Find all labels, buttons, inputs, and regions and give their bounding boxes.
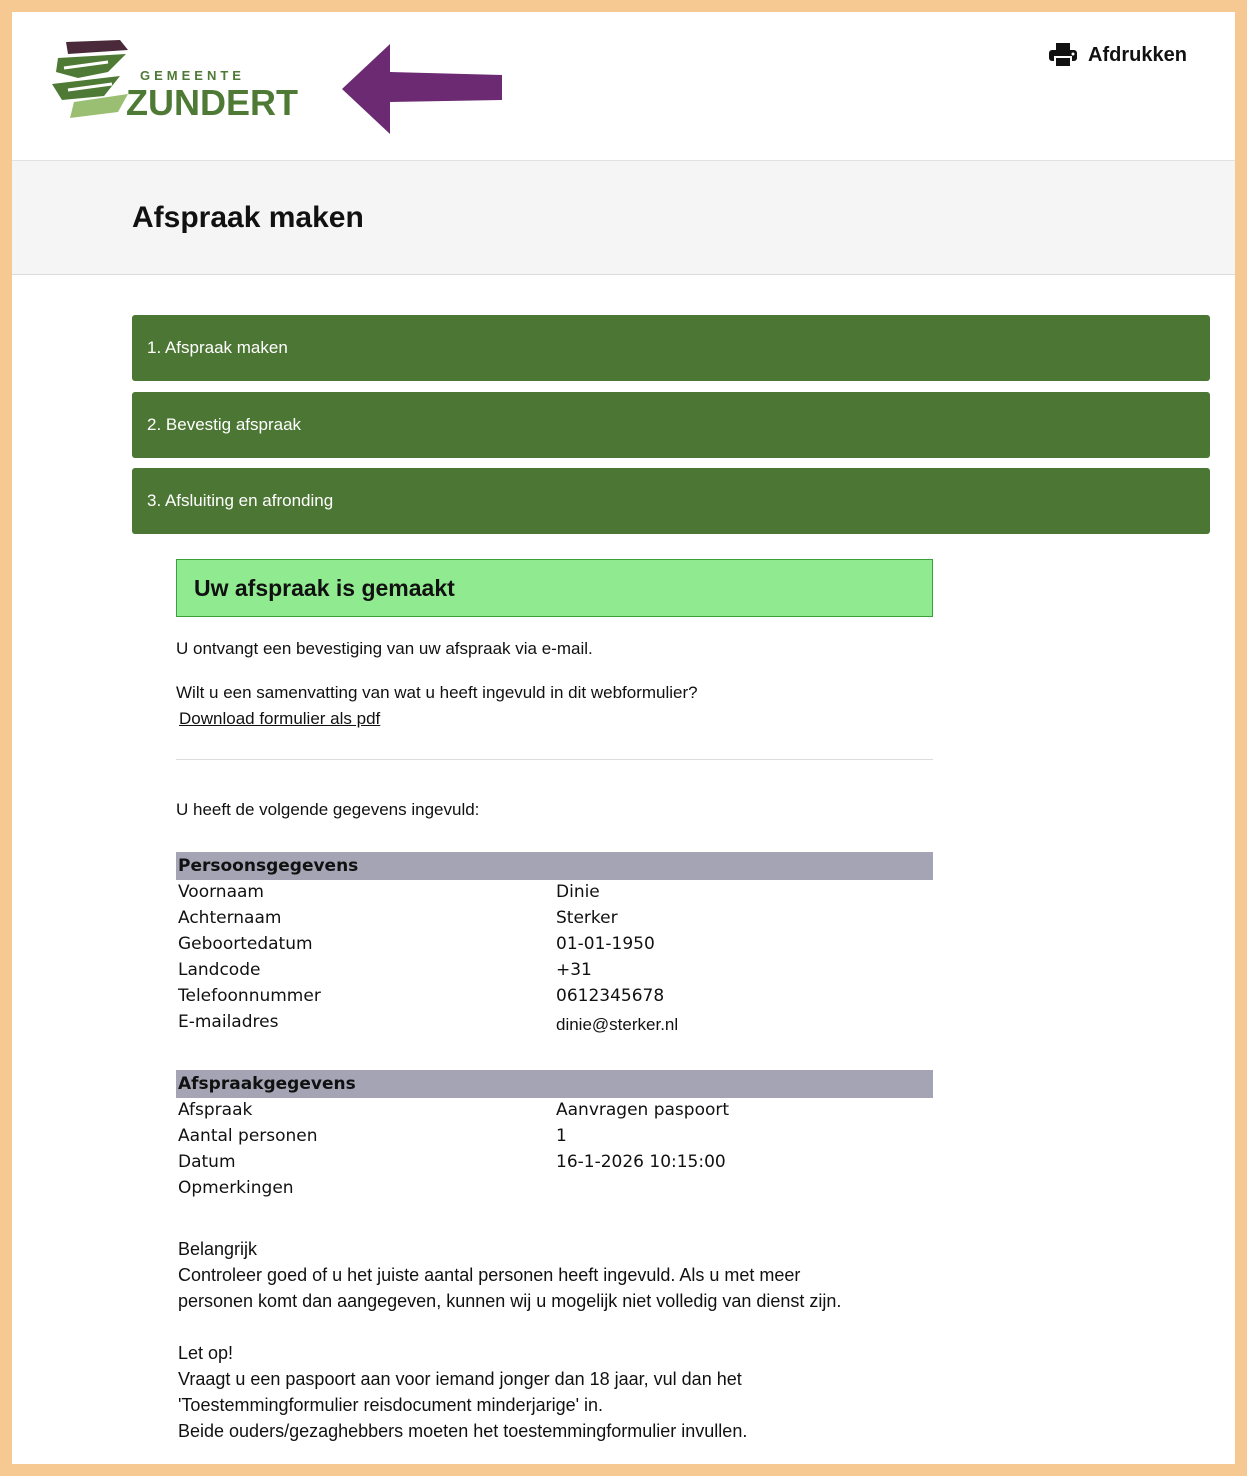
confirmation-content: Uw afspraak is gemaakt U ontvangt een be… <box>176 559 933 1444</box>
data-row: Datum 16-1-2026 10:15:00 <box>176 1150 933 1176</box>
row-label: Afspraak <box>178 1100 253 1120</box>
data-row: Telefoonnummer 0612345678 <box>176 984 933 1010</box>
row-value: 1 <box>556 1126 567 1146</box>
data-row: Landcode +31 <box>176 958 933 984</box>
step-3-afsluiting[interactable]: 3. Afsluiting en afronding <box>132 468 1210 534</box>
gemeente-zundert-logo[interactable]: GEMEENTE ZUNDERT <box>48 38 318 123</box>
personal-data-section: Persoonsgegevens Voornaam Dinie Achternaa… <box>176 852 933 1036</box>
important-text-line: Controleer goed of u het juiste aantal p… <box>178 1265 801 1285</box>
entered-data-intro: U heeft de volgende gegevens ingevuld: <box>176 800 480 819</box>
row-label: Aantal personen <box>178 1126 318 1146</box>
step-2-bevestig-afspraak[interactable]: 2. Bevestig afspraak <box>132 392 1210 458</box>
download-pdf-link[interactable]: Download formulier als pdf <box>179 709 380 728</box>
logo-small-text: GEMEENTE <box>140 68 245 83</box>
row-label: Datum <box>178 1152 236 1172</box>
data-row: Opmerkingen <box>176 1176 933 1202</box>
row-label: Opmerkingen <box>178 1178 294 1198</box>
section-heading: Persoonsgegevens <box>176 852 933 880</box>
divider <box>176 759 933 760</box>
success-banner: Uw afspraak is gemaakt <box>176 559 933 617</box>
appointment-data-section: Afspraakgegevens Afspraak Aanvragen paspo… <box>176 1070 933 1202</box>
row-label: Telefoonnummer <box>178 986 321 1006</box>
printer-icon <box>1049 43 1077 68</box>
row-value: 16-1-2026 10:15:00 <box>556 1152 726 1172</box>
page-frame: GEMEENTE ZUNDERT Afdrukken Afspraak make… <box>12 12 1235 1464</box>
logo-mark-icon <box>52 40 128 118</box>
row-label: Voornaam <box>178 882 264 902</box>
print-button[interactable]: Afdrukken <box>1048 42 1187 68</box>
email-value: dinie@sterker.nl <box>556 1015 679 1034</box>
logo-big-text: ZUNDERT <box>126 82 298 123</box>
purple-arrow-left-icon <box>342 44 502 134</box>
row-value: 01-01-1950 <box>556 934 655 954</box>
data-row: E-mailadres dinie@sterker.nl <box>176 1010 933 1036</box>
attention-text-line: 'Toestemmingformulier reisdocument minde… <box>178 1395 604 1415</box>
title-bar: Afspraak maken <box>12 161 1235 275</box>
attention-text-line: Beide ouders/gezaghebbers moeten het toe… <box>178 1421 748 1441</box>
attention-title: Let op! <box>178 1343 234 1363</box>
page-title: Afspraak maken <box>132 201 364 234</box>
row-value: +31 <box>556 960 592 980</box>
important-title: Belangrijk <box>178 1239 258 1259</box>
important-text-line: personen komt dan aangegeven, kunnen wij… <box>178 1291 842 1311</box>
notes-section: Belangrijk Controleer goed of u het juis… <box>176 1236 933 1444</box>
row-value: Aanvragen paspoort <box>556 1100 730 1120</box>
step-1-afspraak-maken[interactable]: 1. Afspraak maken <box>132 315 1210 381</box>
email-confirmation-text: U ontvangt een bevestiging van uw afspra… <box>176 639 593 658</box>
row-label: Landcode <box>178 960 261 980</box>
data-row: Aantal personen 1 <box>176 1124 933 1150</box>
data-row: Geboortedatum 01-01-1950 <box>176 932 933 958</box>
row-label: Geboortedatum <box>178 934 313 954</box>
summary-question: Wilt u een samenvatting van wat u heeft … <box>176 683 698 702</box>
section-heading: Afspraakgegevens <box>176 1070 933 1098</box>
row-label: E-mailadres <box>178 1012 279 1032</box>
row-value: Sterker <box>556 908 618 928</box>
row-label: Achternaam <box>178 908 282 928</box>
print-label: Afdrukken <box>1088 43 1187 66</box>
row-value: Dinie <box>556 882 600 902</box>
data-row: Afspraak Aanvragen paspoort <box>176 1098 933 1124</box>
data-row: Voornaam Dinie <box>176 880 933 906</box>
attention-text-line: Vraagt u een paspoort aan voor iemand jo… <box>178 1369 742 1389</box>
header: GEMEENTE ZUNDERT Afdrukken <box>12 12 1235 161</box>
data-row: Achternaam Sterker <box>176 906 933 932</box>
row-value: 0612345678 <box>556 986 665 1006</box>
